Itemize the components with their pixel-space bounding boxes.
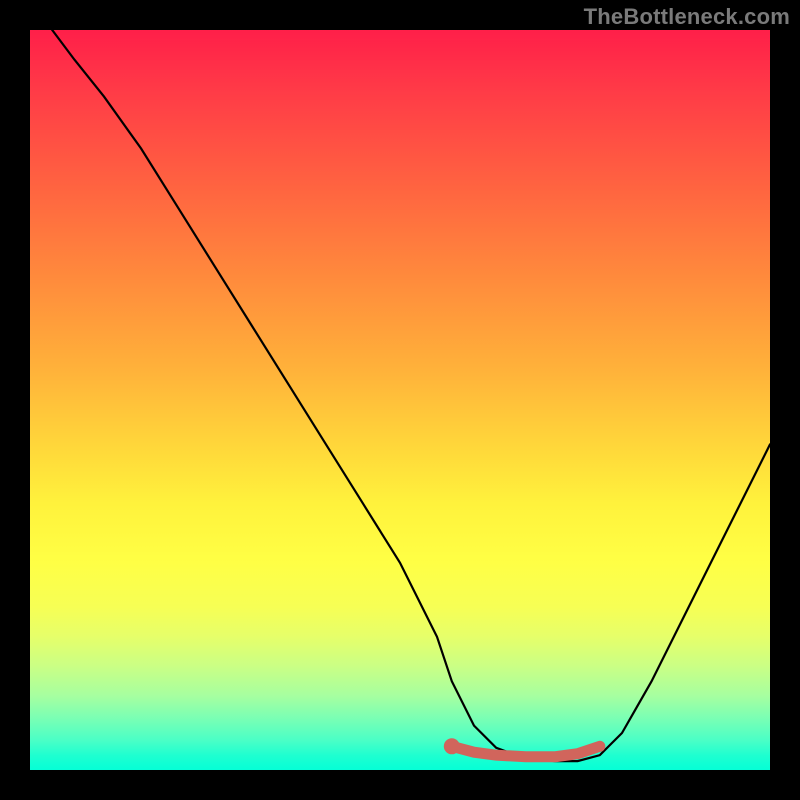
highlight-start-dot <box>444 738 460 754</box>
main-curve <box>52 30 770 761</box>
curve-layer <box>30 30 770 770</box>
chart-frame: TheBottleneck.com <box>0 0 800 800</box>
plot-area <box>30 30 770 770</box>
highlight-segment <box>452 746 600 756</box>
watermark-text: TheBottleneck.com <box>584 4 790 30</box>
